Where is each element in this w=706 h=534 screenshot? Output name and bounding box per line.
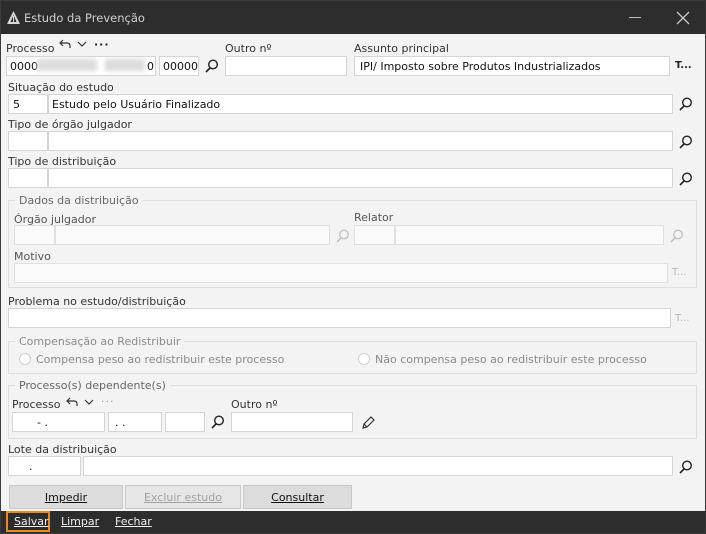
excluir-estudo-button: Excluir estudo xyxy=(125,485,241,509)
processo-part1: 0000 xyxy=(10,60,38,73)
dependente-processo-label: Processo xyxy=(12,398,61,411)
dados-distribuicao-title: Dados da distribuição xyxy=(15,194,143,207)
dependente-processo-field[interactable]: - . xyxy=(12,412,105,432)
minimize-button[interactable] xyxy=(629,17,641,18)
search-icon[interactable] xyxy=(678,171,694,187)
situacao-code-field[interactable]: 5 xyxy=(8,94,48,114)
problema-label: Problema no estudo/distribuição xyxy=(8,295,186,308)
search-icon[interactable] xyxy=(678,96,694,112)
motivo-label: Motivo xyxy=(14,250,51,263)
lote-description-field[interactable] xyxy=(83,456,673,476)
search-icon[interactable] xyxy=(204,58,220,74)
consultar-button[interactable]: Consultar xyxy=(243,485,352,509)
orgao-julgador-code-field xyxy=(14,225,55,245)
compensacao-title: Compensação ao Redistribuir xyxy=(15,335,185,348)
dependente-processo-part2-field[interactable]: . . xyxy=(108,412,162,432)
tipo-distribuicao-label: Tipo de distribuição xyxy=(8,155,117,168)
chevron-down-icon[interactable] xyxy=(84,398,94,406)
title-bar: Estudo da Prevenção xyxy=(1,1,705,34)
undo-icon[interactable] xyxy=(59,38,71,50)
tipo-orgao-label: Tipo de órgão julgador xyxy=(8,118,132,131)
text-expand-button[interactable]: T... xyxy=(675,60,692,71)
search-icon[interactable] xyxy=(678,134,694,150)
app-logo-icon xyxy=(7,11,20,24)
footer-bar xyxy=(1,511,705,533)
pencil-icon[interactable] xyxy=(360,415,376,431)
nao-compensa-radio-label: Não compensa peso ao redistribuir este p… xyxy=(375,353,647,366)
search-icon xyxy=(336,229,350,243)
tipo-distribuicao-description-field[interactable] xyxy=(48,168,673,188)
search-icon[interactable] xyxy=(210,414,226,430)
tipo-distribuicao-code-field[interactable] xyxy=(8,168,48,188)
lote-label: Lote da distribuição xyxy=(8,443,117,456)
close-icon[interactable] xyxy=(675,10,691,26)
tipo-orgao-code-field[interactable] xyxy=(8,131,48,151)
search-icon[interactable] xyxy=(678,459,694,475)
dependente-processo-suffix-field[interactable] xyxy=(165,412,205,432)
situacao-description-field[interactable]: Estudo pelo Usuário Finalizado xyxy=(48,94,673,114)
more-options-icon[interactable]: ··· xyxy=(94,38,110,51)
lote-code-field[interactable]: . xyxy=(8,456,81,476)
redacted-area xyxy=(37,59,97,71)
situacao-label: Situação do estudo xyxy=(8,81,114,94)
chevron-down-icon[interactable] xyxy=(77,40,87,48)
fechar-button[interactable]: Fechar xyxy=(115,515,152,528)
more-options-icon: ··· xyxy=(101,395,115,408)
search-icon xyxy=(670,229,684,243)
outro-numero-label: Outro nº xyxy=(225,42,272,55)
motivo-field xyxy=(14,263,668,283)
text-expand-button: T... xyxy=(672,267,687,278)
compensa-radio xyxy=(19,353,31,365)
relator-label: Relator xyxy=(354,211,394,224)
redacted-area xyxy=(105,59,145,71)
processo-label: Processo xyxy=(6,42,55,55)
processo-suffix-field[interactable]: 00000 xyxy=(159,56,199,76)
text-expand-button: T... xyxy=(675,313,690,324)
processo-part2: 0 xyxy=(147,60,154,73)
assunto-label: Assunto principal xyxy=(354,42,449,55)
dependente-outro-label: Outro nº xyxy=(231,398,278,411)
compensa-radio-label: Compensa peso ao redistribuir este proce… xyxy=(36,353,285,366)
outro-numero-field[interactable] xyxy=(225,56,347,76)
dependentes-title: Processo(s) dependente(s) xyxy=(15,379,170,392)
dependente-outro-field[interactable] xyxy=(231,412,353,432)
assunto-field[interactable]: IPI/ Imposto sobre Produtos Industrializ… xyxy=(354,56,670,76)
relator-description-field xyxy=(395,225,664,245)
nao-compensa-radio xyxy=(358,353,370,365)
salvar-button[interactable]: Salvar xyxy=(14,515,49,528)
undo-icon[interactable] xyxy=(66,396,78,408)
problema-field[interactable] xyxy=(8,308,671,328)
window-title: Estudo da Prevenção xyxy=(24,11,145,25)
dialog-window: Estudo da Prevenção Processo ··· 0000 0 … xyxy=(0,0,706,534)
tipo-orgao-description-field[interactable] xyxy=(48,131,673,151)
relator-code-field xyxy=(354,225,395,245)
orgao-julgador-description-field xyxy=(55,225,330,245)
limpar-button[interactable]: Limpar xyxy=(61,515,99,528)
impedir-button[interactable]: Impedir xyxy=(9,485,123,509)
